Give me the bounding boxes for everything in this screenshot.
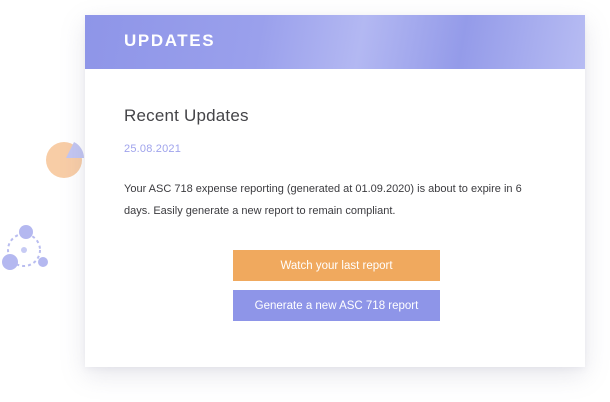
generate-report-button[interactable]: Generate a new ASC 718 report xyxy=(233,290,440,321)
card-header-title: UPDATES xyxy=(124,31,216,50)
network-nodes-icon xyxy=(2,225,48,270)
page: UPDATES Recent Updates 25.08.2021 Your A… xyxy=(0,0,610,402)
section-title: Recent Updates xyxy=(124,106,249,125)
update-message: Your ASC 718 expense reporting (generate… xyxy=(124,183,522,217)
pie-chart-icon xyxy=(46,142,84,178)
update-date: 25.08.2021 xyxy=(124,143,182,155)
updates-card: UPDATES Recent Updates 25.08.2021 Your A… xyxy=(85,15,585,367)
card-header: UPDATES xyxy=(85,15,585,69)
watch-last-report-button[interactable]: Watch your last report xyxy=(233,250,440,281)
